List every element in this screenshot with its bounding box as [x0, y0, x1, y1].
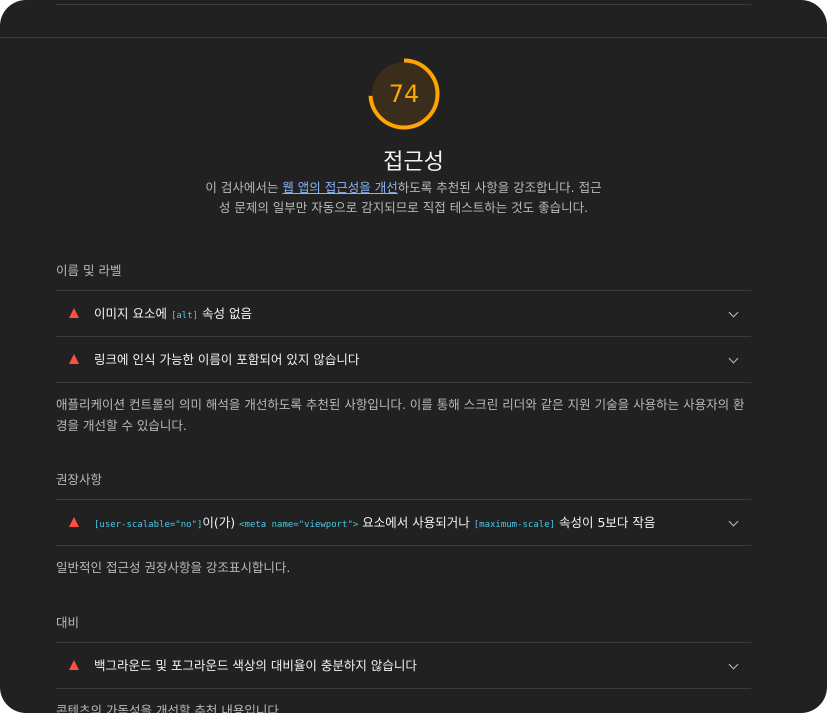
audit-title: 백그라운드 및 포그라운드 색상의 대비율이 충분하지 않습니다: [94, 658, 417, 673]
audit-text: 요소에서 사용되거나: [358, 515, 474, 530]
group-title-best-practices: 권장사항: [56, 472, 103, 487]
group-title-names-labels: 이름 및 라벨: [56, 263, 122, 278]
report-panel: 74 접근성 이 검사에서는 웹 앱의 접근성을 개선하도록 추천된 사항을 강…: [0, 0, 827, 713]
audit-text: 속성 없음: [198, 306, 252, 321]
chevron-down-icon[interactable]: [728, 516, 739, 527]
audit-text: 이미지 요소에: [94, 306, 171, 321]
category-title: 접근성: [383, 150, 444, 175]
score-gauge[interactable]: 74: [368, 58, 440, 130]
audit-meta-viewport[interactable]: [user-scalable="no"]이(가) <meta name="vie…: [56, 499, 751, 546]
description-text: 이 검사에서는: [205, 180, 283, 195]
chevron-down-icon[interactable]: [728, 353, 739, 364]
divider: [56, 4, 751, 5]
fail-triangle-icon: [69, 660, 79, 670]
fail-triangle-icon: [69, 517, 79, 527]
audit-code: [maximum-scale]: [473, 520, 556, 530]
chevron-down-icon[interactable]: [728, 307, 739, 318]
category-description: 이 검사에서는 웹 앱의 접근성을 개선하도록 추천된 사항을 강조합니다. 접…: [200, 178, 607, 218]
audit-title: [user-scalable="no"]이(가) <meta name="vie…: [94, 500, 655, 545]
audit-text: 속성이 5보다 작음: [555, 515, 656, 530]
score-value: 74: [388, 80, 420, 108]
audit-code: <meta name="viewport">: [239, 520, 359, 530]
audit-color-contrast[interactable]: 백그라운드 및 포그라운드 색상의 대비율이 충분하지 않습니다: [56, 642, 751, 689]
fail-triangle-icon: [69, 308, 79, 318]
audit-image-alt[interactable]: 이미지 요소에 [alt] 속성 없음: [56, 290, 751, 336]
audit-text: 이(가): [202, 515, 240, 530]
divider: [0, 37, 827, 38]
fail-triangle-icon: [69, 354, 79, 364]
audit-title: 이미지 요소에 [alt] 속성 없음: [94, 291, 252, 336]
group-description: 콘텐츠의 가독성을 개선할 추천 내용입니다.: [56, 703, 283, 713]
audit-link-name[interactable]: 링크에 인식 가능한 이름이 포함되어 있지 않습니다: [56, 336, 751, 383]
learn-more-link[interactable]: 웹 앱의 접근성을 개선: [282, 180, 397, 195]
chevron-down-icon[interactable]: [728, 659, 739, 670]
audit-code: [user-scalable="no"]: [94, 520, 203, 530]
group-description: 애플리케이션 컨트롤의 의미 해석을 개선하도록 추천된 사항입니다. 이를 통…: [56, 397, 745, 433]
group-description: 일반적인 접근성 권장사항을 강조표시합니다.: [56, 560, 291, 575]
audit-title: 링크에 인식 가능한 이름이 포함되어 있지 않습니다: [94, 352, 360, 367]
group-title-contrast: 대비: [56, 615, 80, 630]
audit-code: [alt]: [170, 311, 199, 321]
